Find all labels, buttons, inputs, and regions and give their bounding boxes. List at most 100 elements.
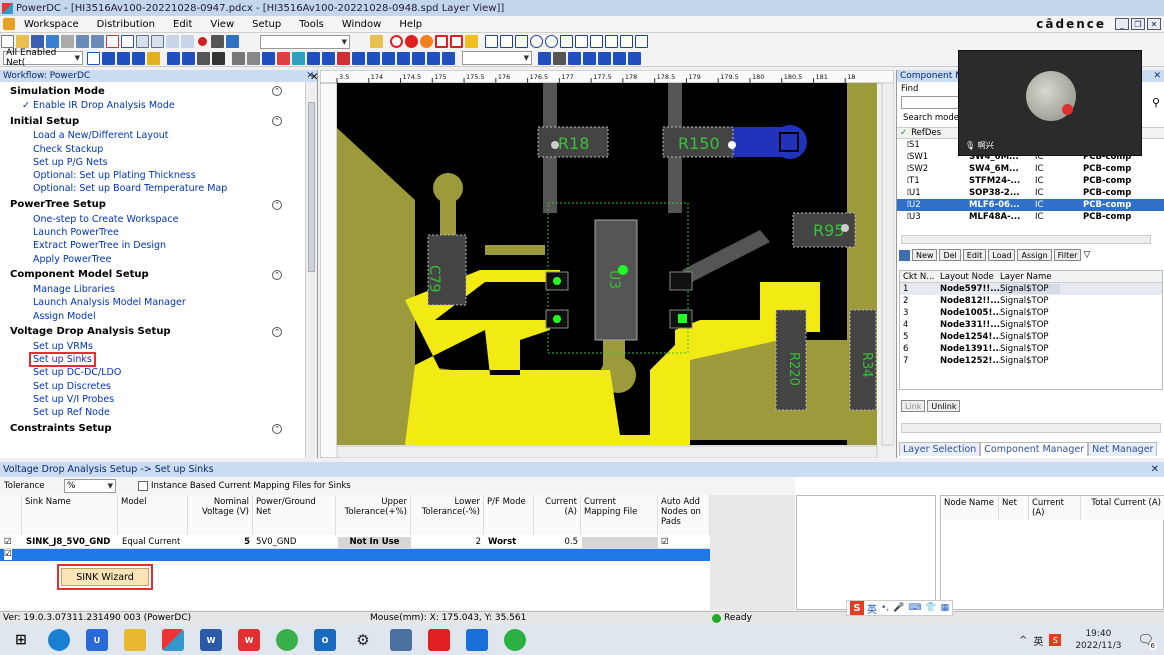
report2-icon[interactable] (613, 51, 626, 65)
workflow-item-apply-powertree[interactable]: Apply PowerTree (0, 253, 306, 266)
workflow-item-setup-sinks[interactable]: Set up Sinks (29, 352, 96, 368)
col-pf-mode[interactable]: P/F Mode (484, 495, 534, 535)
paste-icon[interactable] (181, 35, 194, 48)
mic-icon[interactable]: 🎤 (893, 603, 904, 613)
bracket-icon[interactable] (382, 51, 395, 65)
col-pg-net[interactable]: Power/Ground Net (253, 495, 336, 535)
collapse-icon[interactable]: ⌃ (272, 269, 282, 280)
col-mapping-file[interactable]: Current Mapping File (581, 495, 658, 535)
col-lower-tol[interactable]: Lower Tolerance(-%) (411, 495, 484, 535)
poly-tool-icon[interactable] (147, 51, 160, 65)
tolerance-unit-combo[interactable]: % ▼ (64, 479, 116, 493)
tab-component-manager[interactable]: Component Manager (980, 442, 1089, 456)
collapse-icon[interactable]: ⌃ (272, 116, 282, 127)
notification-icon[interactable]: 🗨 6 (1137, 633, 1157, 650)
file-explorer-icon[interactable] (124, 629, 146, 651)
restore-icon[interactable]: ❐ (1131, 18, 1145, 30)
app-chart-icon[interactable] (466, 629, 488, 651)
flip-icon[interactable] (412, 51, 425, 65)
section-constraints-setup[interactable]: Constraints Setup ⌃ (0, 420, 282, 437)
info-icon[interactable] (226, 35, 239, 48)
align2-icon[interactable] (182, 51, 195, 65)
open-folder-icon[interactable] (16, 35, 29, 48)
sink-row[interactable]: ☑ SINK_J8_5V0_GND Equal Current 5 5V0_GN… (0, 537, 710, 549)
app-red-icon[interactable] (428, 629, 450, 651)
list-icon[interactable] (197, 51, 210, 65)
sinks-close-icon[interactable]: ✕ (1151, 464, 1159, 475)
sogou-icon[interactable]: S (850, 601, 864, 615)
workflow-item-plating[interactable]: Optional: Set up Plating Thickness (0, 169, 306, 182)
ckt-row[interactable]: 2 Node812!!... Signal$TOP (900, 295, 1162, 307)
grid2-icon[interactable] (232, 51, 245, 65)
cell-mapping-file[interactable] (582, 537, 658, 548)
ckt-row[interactable]: 7 Node1252!... Signal$TOP (900, 355, 1162, 367)
view-box4-icon[interactable] (590, 35, 603, 48)
cell-net[interactable]: 5V0_GND (256, 537, 296, 548)
workflow-item-setup-ref-node[interactable]: Set up Ref Node (0, 406, 306, 419)
scroll-thumb[interactable] (308, 102, 315, 272)
cell-model[interactable]: Equal Current (122, 537, 180, 548)
sink-wizard-label[interactable]: SINK Wizard (61, 568, 149, 586)
result-icon[interactable] (435, 35, 448, 48)
report-icon[interactable] (450, 35, 463, 48)
workflow-item-assign-model[interactable]: Assign Model (0, 310, 306, 323)
view-box3-icon[interactable] (575, 35, 588, 48)
pin-icon[interactable] (247, 51, 260, 65)
component-row[interactable]: ☒T1 STFM24-... IC PCB-comp (897, 175, 1164, 187)
keyboard-icon[interactable]: ⌨ (908, 603, 921, 613)
grid-icon[interactable] (136, 35, 149, 48)
edit-button[interactable]: Edit (962, 249, 987, 261)
select-arrow-icon[interactable] (262, 51, 275, 65)
col-auto-add[interactable]: Auto Add Nodes on Pads (658, 495, 710, 535)
workflow-item-setup-probes[interactable]: Set up V/I Probes (0, 393, 306, 406)
forward-icon[interactable] (211, 35, 224, 48)
ckt-row[interactable]: 3 Node1005!... Signal$TOP (900, 307, 1162, 319)
menu-workspace[interactable]: Workspace (15, 19, 88, 30)
component-row[interactable]: ☒SW2 SW4_6M... IC PCB-comp (897, 163, 1164, 175)
view-circle-icon[interactable] (530, 35, 543, 48)
comp-icon[interactable] (899, 249, 910, 261)
probe-icon[interactable] (292, 51, 305, 65)
net-filter-combo[interactable]: All Enabled Net(▼ (3, 48, 83, 68)
sim-orange-icon[interactable] (420, 35, 433, 48)
tray-clock[interactable]: 19:40 2022/11/3 (1075, 628, 1121, 652)
col-upper-tol[interactable]: Upper Tolerance(+%) (336, 495, 411, 535)
redo-icon[interactable] (91, 35, 104, 48)
zoom-box-icon[interactable] (121, 35, 134, 48)
workflow-item-launch-powertree[interactable]: Launch PowerTree (0, 226, 306, 239)
outlook-icon[interactable]: O (314, 629, 336, 651)
workflow-item-setup-vrms[interactable]: Set up VRMs (0, 340, 306, 353)
save-icon[interactable] (31, 35, 44, 48)
cell-current[interactable]: 0.5 (534, 537, 578, 548)
minimize-icon[interactable]: _ (1115, 18, 1129, 30)
col-node-current[interactable]: Current (A) (1029, 496, 1081, 520)
new-button[interactable]: New (912, 249, 938, 261)
col-current[interactable]: Current (A) (534, 495, 581, 535)
workflow-item-enable-ir-drop[interactable]: ✓ Enable IR Drop Analysis Mode (0, 99, 306, 112)
calculator-icon[interactable] (390, 629, 412, 651)
workflow-item-extract-powertree[interactable]: Extract PowerTree in Design (0, 239, 306, 252)
undo-icon[interactable] (76, 35, 89, 48)
right-hscrollbar[interactable] (901, 423, 1161, 433)
workflow-item-load-layout[interactable]: Load a New/Different Layout (0, 129, 306, 142)
component-row[interactable]: ☒U2 MLF6-06... IC PCB-comp (897, 199, 1164, 211)
node-icon[interactable] (337, 51, 350, 65)
rotate-icon[interactable] (427, 51, 440, 65)
assign-button[interactable]: Assign (1017, 249, 1052, 261)
dropdown-icon[interactable] (370, 35, 383, 48)
grid-menu-icon[interactable]: ▦ (941, 603, 950, 613)
canvas-vscrollbar[interactable] (881, 82, 894, 446)
link-button[interactable]: Link (901, 400, 926, 412)
plus-icon[interactable] (322, 51, 335, 65)
section-initial-setup[interactable]: Initial Setup ⌃ (0, 112, 282, 129)
menu-window[interactable]: Window (333, 19, 390, 30)
tab-net-manager[interactable]: Net Manager (1088, 442, 1158, 456)
settings-gear-icon[interactable]: ⚙ (352, 629, 374, 651)
view-circle2-icon[interactable] (545, 35, 558, 48)
row-checkbox[interactable]: ☑ (4, 537, 12, 548)
cell-voltage[interactable]: 5 (188, 537, 250, 548)
workflow-item-manage-libraries[interactable]: Manage Libraries (0, 283, 306, 296)
edge-icon[interactable] (48, 629, 70, 651)
workflow-item-setup-discretes[interactable]: Set up Discretes (0, 380, 306, 393)
menu-setup[interactable]: Setup (243, 19, 290, 30)
